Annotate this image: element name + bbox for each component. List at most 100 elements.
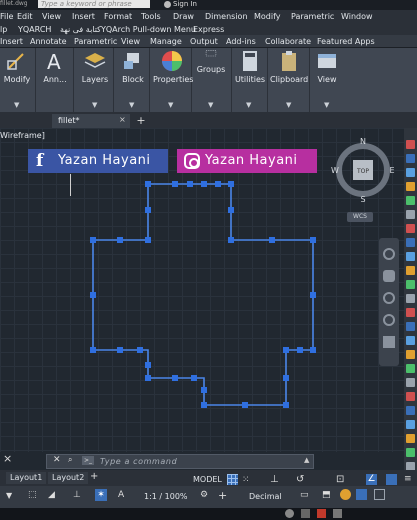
command-expand-icon[interactable]: ▲ <box>304 456 309 464</box>
model-space-toggle[interactable]: MODEL <box>193 475 222 484</box>
tool-palette-icon[interactable] <box>406 210 415 219</box>
grip[interactable] <box>283 375 289 381</box>
grip[interactable] <box>145 207 151 213</box>
grip[interactable] <box>145 237 151 243</box>
drawing-svg[interactable] <box>0 0 404 452</box>
lock-ui-icon[interactable]: ⬒ <box>322 490 331 500</box>
grip[interactable] <box>201 402 207 408</box>
viewcube[interactable]: TOP N S E W <box>330 136 396 202</box>
grip[interactable] <box>117 237 123 243</box>
pan-icon[interactable] <box>383 270 395 282</box>
grip[interactable] <box>172 375 178 381</box>
new-layout-icon[interactable]: + <box>90 471 98 482</box>
command-prompt-icon[interactable]: >_ <box>82 456 94 465</box>
selection-cycle-icon[interactable] <box>386 474 397 485</box>
tool-palette-icon[interactable] <box>406 182 415 191</box>
grip[interactable] <box>90 237 96 243</box>
osnap-icon[interactable]: ⊡ <box>336 474 344 485</box>
tool-palette-icon[interactable] <box>406 308 415 317</box>
tool-palette-icon[interactable] <box>406 448 415 457</box>
compass-north[interactable]: N <box>360 137 366 146</box>
tool-palette-icon[interactable] <box>406 336 415 345</box>
snap-icon[interactable]: ⁙ <box>242 475 250 485</box>
tool-palette-icon[interactable] <box>406 294 415 303</box>
tool-palette-icon[interactable] <box>406 224 415 233</box>
annotation-scale-value[interactable]: 1:1 / 100% <box>144 492 188 501</box>
wcs-menu[interactable]: WCS <box>347 212 373 222</box>
grip[interactable] <box>228 237 234 243</box>
grip[interactable] <box>145 362 151 368</box>
grid-icon[interactable] <box>227 474 238 485</box>
annotation-autoscale-icon[interactable]: A <box>118 490 124 500</box>
grip[interactable] <box>137 347 143 353</box>
clean-screen-icon[interactable] <box>374 489 385 500</box>
grip[interactable] <box>117 347 123 353</box>
grip[interactable] <box>283 402 289 408</box>
add-icon[interactable]: + <box>218 489 227 502</box>
command-search-icon[interactable]: ⌕ <box>68 455 72 465</box>
grip[interactable] <box>145 181 151 187</box>
taskbar-icon-chrome[interactable] <box>285 509 294 518</box>
tool-palette-icon[interactable] <box>406 322 415 331</box>
menu-icon[interactable]: ≡ <box>404 474 412 484</box>
taskbar-icon-autocad[interactable] <box>317 509 326 518</box>
tool-palette-icon[interactable] <box>406 196 415 205</box>
grip[interactable] <box>191 375 197 381</box>
grip[interactable] <box>310 347 316 353</box>
layout2-tab[interactable]: Layout2 <box>48 472 89 484</box>
grip[interactable] <box>283 347 289 353</box>
grip[interactable] <box>187 181 193 187</box>
viewcube-face[interactable]: TOP <box>356 168 369 175</box>
compass-east[interactable]: E <box>389 166 394 175</box>
orbit-icon[interactable] <box>383 314 395 326</box>
select-icon[interactable]: ⬚ <box>28 490 37 500</box>
tool-palette-icon[interactable] <box>406 420 415 429</box>
tool-palette-icon[interactable] <box>406 238 415 247</box>
grip[interactable] <box>145 375 151 381</box>
grip[interactable] <box>215 181 221 187</box>
grip[interactable] <box>269 237 275 243</box>
hardware-acceleration-icon[interactable] <box>356 489 367 500</box>
customize-icon[interactable]: ▼ <box>6 491 12 500</box>
tool-palette-icon[interactable] <box>406 168 415 177</box>
tool-palette-icon[interactable] <box>406 350 415 359</box>
annotation-visibility-icon[interactable]: ⊥ <box>73 490 81 500</box>
grip[interactable] <box>90 292 96 298</box>
grip[interactable] <box>228 207 234 213</box>
tool-palette-icon[interactable] <box>406 364 415 373</box>
tool-palette-icon[interactable] <box>406 434 415 443</box>
grip[interactable] <box>201 387 207 393</box>
command-input[interactable]: Type a command <box>100 457 177 466</box>
tool-palette-icon[interactable] <box>406 406 415 415</box>
taskbar-icon-app[interactable] <box>333 509 342 518</box>
polar-icon[interactable]: ↺ <box>296 474 304 485</box>
grip[interactable] <box>172 181 178 187</box>
tool-palette-icon[interactable] <box>406 280 415 289</box>
compass-south[interactable]: S <box>360 195 365 202</box>
ortho-icon[interactable]: ⊥ <box>270 474 279 485</box>
tool-palette-icon[interactable] <box>406 378 415 387</box>
tool-palette-icon[interactable] <box>406 252 415 261</box>
grip[interactable] <box>297 347 303 353</box>
grip[interactable] <box>201 181 207 187</box>
tool-palette-icon[interactable] <box>406 140 415 149</box>
tool-palette-icon[interactable] <box>406 266 415 275</box>
steering-wheel-icon[interactable] <box>383 248 395 260</box>
workspace-icon[interactable]: ⚙ <box>200 490 208 500</box>
selected-polyline[interactable] <box>92 183 314 406</box>
grip[interactable] <box>310 237 316 243</box>
grip[interactable] <box>310 292 316 298</box>
tool-palette-icon[interactable] <box>406 392 415 401</box>
command-close-icon[interactable]: ✕ <box>53 455 61 465</box>
tool-palette-icon[interactable] <box>406 154 415 163</box>
quick-properties-icon[interactable]: ▭ <box>300 490 309 500</box>
close-command-icon[interactable]: × <box>3 452 12 465</box>
units-selector[interactable]: Decimal <box>249 492 282 501</box>
annotation-scale-icon[interactable]: ✶ <box>95 489 107 501</box>
taskbar-icon-files[interactable] <box>301 509 310 518</box>
zoom-icon[interactable] <box>383 292 395 304</box>
lineweight-icon[interactable]: ∠ <box>366 474 377 485</box>
layout1-tab[interactable]: Layout1 <box>6 472 47 484</box>
isodraft-icon[interactable]: ◢ <box>48 490 55 500</box>
isolate-icon[interactable] <box>340 489 351 500</box>
